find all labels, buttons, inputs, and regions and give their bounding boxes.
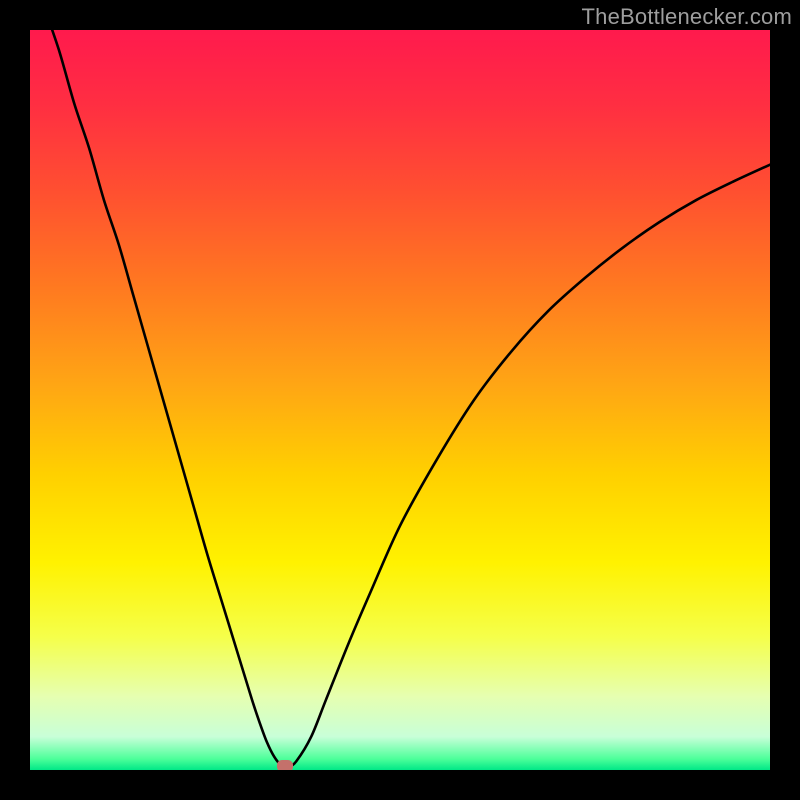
gradient-background — [30, 30, 770, 770]
plot-area — [30, 30, 770, 770]
chart-frame: TheBottlenecker.com — [0, 0, 800, 800]
watermark-text: TheBottlenecker.com — [582, 4, 792, 30]
optimum-marker — [277, 760, 293, 770]
plot-svg — [30, 30, 770, 770]
